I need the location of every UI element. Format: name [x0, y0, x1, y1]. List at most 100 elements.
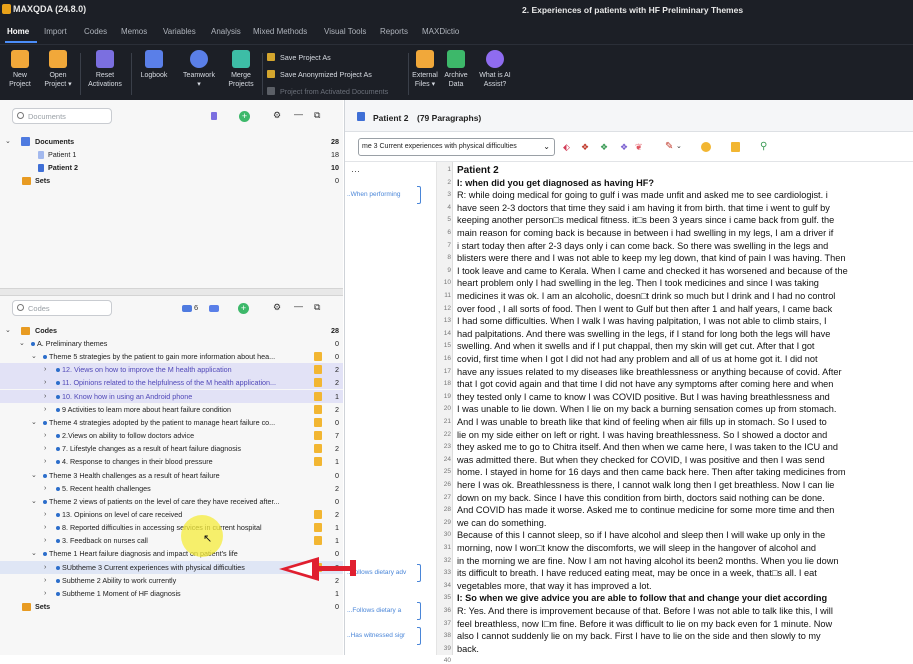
code-selection-icon[interactable]: ❖	[581, 142, 589, 153]
chevron-down-icon[interactable]: ⌄	[31, 469, 37, 482]
chevron-down-icon[interactable]: ⌄	[31, 547, 37, 560]
new-project-button[interactable]: New Project	[6, 50, 34, 89]
tab-mixed-methods[interactable]: Mixed Methods	[253, 27, 307, 36]
add-document-icon[interactable]: +	[239, 111, 250, 122]
link-icon[interactable]: ⚲	[760, 141, 767, 152]
teamwork-button[interactable]: Teamwork ▾	[179, 50, 219, 89]
code-row[interactable]: › 9 Activities to learn more about heart …	[0, 403, 343, 416]
add-code-icon[interactable]: +	[238, 303, 249, 314]
smiley-icon[interactable]	[701, 142, 711, 152]
code-row[interactable]: ⌄ Theme 4 strategies adopted by the patie…	[0, 416, 343, 429]
code-row[interactable]: › 3. Feedback on nurses call 1	[0, 534, 343, 547]
external-files-button[interactable]: External Files ▾	[410, 50, 440, 89]
document-text[interactable]: Patient 2 I: when did you get diagnosed a…	[457, 162, 913, 655]
tab-analysis[interactable]: Analysis	[211, 27, 241, 36]
code-system-icon[interactable]	[182, 305, 192, 312]
coding-stripe-label[interactable]: ..Has witnessed sigr	[347, 632, 405, 639]
ai-assist-button[interactable]: What is AI Assist?	[474, 50, 516, 89]
chevron-right-icon[interactable]: ›	[44, 587, 46, 600]
code-highlight-icon[interactable]: ⬖	[563, 142, 570, 153]
code-row[interactable]: › 4. Response to changes in their blood p…	[0, 455, 343, 468]
code-row[interactable]: ⌄ Theme 2 views of patients on the level …	[0, 495, 343, 508]
chevron-down-icon[interactable]: ⌄	[31, 350, 37, 363]
chevron-right-icon[interactable]: ›	[44, 403, 46, 416]
archive-data-button[interactable]: Archive Data	[442, 50, 470, 89]
code-row[interactable]: › 13. Opinions on level of care received 2	[0, 508, 343, 521]
chevron-right-icon[interactable]: ›	[44, 508, 46, 521]
codes-root-row[interactable]: ⌄ Codes 28	[0, 324, 343, 337]
undock-icon[interactable]: ⧉	[314, 302, 320, 313]
code-row[interactable]: ⌄ A. Preliminary themes 0	[0, 337, 343, 350]
chevron-down-icon[interactable]: ⌄	[31, 495, 37, 508]
code-in-vivo-icon[interactable]: ❖	[600, 142, 608, 153]
tab-maxdictio[interactable]: MAXDictio	[422, 27, 459, 36]
code-sets-row[interactable]: Sets 0	[0, 600, 343, 613]
document-row-patient-1[interactable]: Patient 1 18	[0, 148, 343, 161]
chevron-down-icon[interactable]: ⌄	[5, 324, 11, 337]
chevron-right-icon[interactable]: ›	[44, 561, 46, 574]
code-row[interactable]: › Subtheme 1 Moment of HF diagnosis 1	[0, 587, 343, 600]
chevron-right-icon[interactable]: ›	[44, 363, 46, 376]
code-row[interactable]: › 11. Opinions related to the helpfulness…	[0, 376, 343, 390]
codes-search-input[interactable]: Codes	[12, 300, 112, 316]
pane-splitter[interactable]	[0, 288, 343, 296]
code-row[interactable]: › 5. Recent health challenges 2	[0, 482, 343, 495]
chevron-right-icon[interactable]: ›	[44, 482, 46, 495]
code-row[interactable]: › 8. Reported difficulties in accessing s…	[0, 521, 343, 534]
memo-icon[interactable]	[314, 365, 322, 375]
tab-reports[interactable]: Reports	[380, 27, 408, 36]
chevron-down-icon[interactable]: ⌄	[31, 416, 37, 429]
documents-search-input[interactable]: Documents	[12, 108, 112, 124]
chevron-right-icon[interactable]: ›	[44, 429, 46, 442]
memo-icon[interactable]	[314, 378, 322, 388]
code-with-new-code-icon[interactable]: ❖	[620, 142, 628, 153]
memo-icon[interactable]	[314, 431, 322, 441]
memo-icon[interactable]	[314, 523, 322, 533]
tab-home[interactable]: Home	[7, 27, 29, 36]
save-project-as-button[interactable]: Save Project As	[267, 53, 331, 62]
memo-icon[interactable]	[314, 391, 322, 401]
chevron-right-icon[interactable]: ›	[44, 521, 46, 534]
memo-icon[interactable]	[314, 509, 322, 519]
chevron-right-icon[interactable]: ›	[44, 574, 46, 587]
chevron-down-icon[interactable]: ⌄	[5, 135, 11, 148]
gear-icon[interactable]: ⚙	[273, 110, 281, 121]
coding-stripe-bracket[interactable]	[417, 186, 421, 205]
chevron-right-icon[interactable]: ›	[44, 376, 46, 389]
coding-stripe-bracket[interactable]	[417, 564, 421, 583]
memo-icon[interactable]	[314, 444, 322, 454]
more-icon[interactable]: ···	[351, 166, 360, 176]
coding-stripe-bracket[interactable]	[417, 627, 421, 646]
chevron-down-icon[interactable]: ⌄	[19, 337, 25, 350]
documents-root-row[interactable]: ⌄ Documents 28	[0, 135, 343, 148]
logbook-button[interactable]: Logbook	[136, 50, 172, 80]
highlighter-icon[interactable]: ✎	[665, 141, 673, 152]
memo-icon[interactable]	[731, 142, 740, 152]
merge-projects-button[interactable]: Merge Projects	[225, 50, 257, 89]
emoticode-icon[interactable]: ❦	[635, 142, 643, 153]
open-project-button[interactable]: Open Project ▾	[41, 50, 75, 89]
chevron-down-icon[interactable]: ⌄	[676, 142, 682, 150]
code-row[interactable]: › 7. Lifestyle changes as a result of hea…	[0, 442, 343, 455]
code-row[interactable]: › 2.Views on ability to follow doctors ad…	[0, 429, 343, 442]
save-anonymized-project-button[interactable]: Save Anonymized Project As	[267, 70, 372, 79]
undock-icon[interactable]: ⧉	[314, 110, 320, 121]
code-row[interactable]: › 12. Views on how to improve the M healt…	[0, 363, 343, 377]
coding-stripe-bracket[interactable]	[417, 602, 421, 620]
code-memo-icon[interactable]	[209, 305, 219, 312]
memo-icon[interactable]	[314, 536, 322, 546]
minimize-icon[interactable]: —	[294, 301, 303, 311]
document-icon[interactable]	[211, 112, 217, 120]
chevron-right-icon[interactable]: ›	[44, 534, 46, 547]
coding-stripe-label[interactable]: ..When performing	[347, 191, 400, 198]
project-from-activated-documents-button[interactable]: Project from Activated Documents	[267, 87, 388, 96]
chevron-right-icon[interactable]: ›	[44, 442, 46, 455]
document-row-patient-2[interactable]: Patient 2 10	[0, 161, 343, 174]
gear-icon[interactable]: ⚙	[273, 302, 281, 313]
document-sets-row[interactable]: Sets 0	[0, 174, 343, 187]
coding-stripe-label[interactable]: ...Follows dietary a	[347, 607, 401, 614]
tab-variables[interactable]: Variables	[163, 27, 196, 36]
code-row[interactable]: ⌄ Theme 5 strategies by the patient to ga…	[0, 350, 343, 363]
memo-icon[interactable]	[314, 457, 322, 467]
code-filter-select[interactable]: me 3 Current experiences with physical d…	[358, 138, 555, 156]
